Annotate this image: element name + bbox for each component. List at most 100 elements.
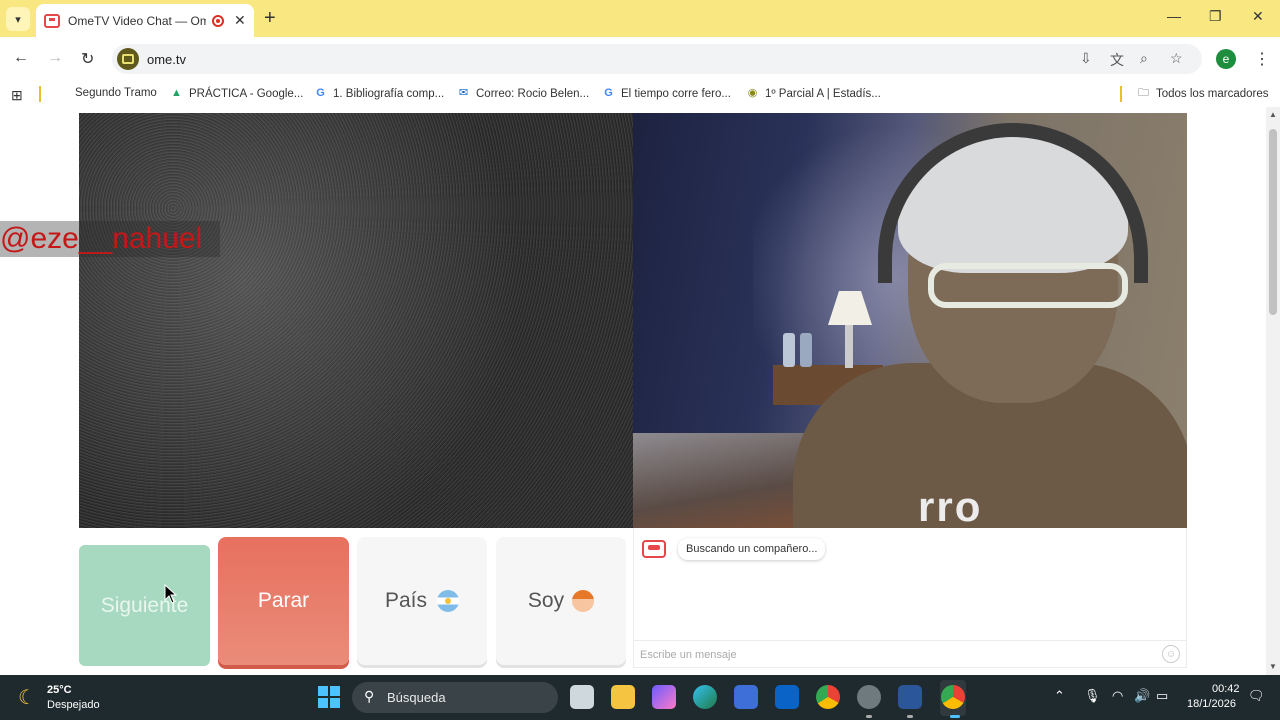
page-scrollbar[interactable]: ▲ ▼: [1266, 107, 1280, 675]
tab-strip: ▾ OmeTV Video Chat — Ome ✕ + — ❐ ✕: [0, 0, 1280, 37]
search-label: Búsqueda: [387, 690, 446, 705]
copilot-icon[interactable]: [652, 685, 676, 709]
browser-menu-icon[interactable]: ⋮: [1254, 49, 1270, 69]
clock-date[interactable]: 18/1/2026: [1187, 698, 1236, 710]
file-explorer-icon[interactable]: [611, 685, 635, 709]
chrome-icon[interactable]: [816, 685, 840, 709]
obs-icon[interactable]: [857, 685, 881, 709]
bookmark-item[interactable]: Segundo Tramo: [75, 87, 157, 99]
store-icon[interactable]: [734, 685, 758, 709]
moodle-icon: ◉: [747, 87, 758, 99]
taskbar-search[interactable]: ⚲ Búsqueda: [352, 682, 558, 713]
translate-icon[interactable]: 文: [1110, 50, 1124, 70]
next-button[interactable]: Siguiente: [79, 545, 210, 666]
stop-button-label: Parar: [257, 589, 310, 612]
scroll-down-icon[interactable]: ▼: [1269, 662, 1277, 671]
gender-button[interactable]: Soy: [496, 537, 626, 665]
drive-icon: ▲: [171, 87, 182, 99]
bookmark-item[interactable]: ✉ Correo: Rocio Belen...: [457, 87, 589, 100]
edge-icon[interactable]: [693, 685, 717, 709]
forward-arrow-icon[interactable]: →: [47, 49, 63, 67]
apps-grid-icon[interactable]: ⊞: [11, 87, 23, 104]
install-app-icon[interactable]: ⇩: [1080, 50, 1092, 67]
local-video-static: [79, 113, 633, 528]
reload-icon[interactable]: ↻: [81, 49, 94, 69]
site-info-icon[interactable]: [117, 48, 139, 70]
bookmark-item[interactable]: G 1. Bibliografía comp...: [314, 87, 444, 100]
tab-close-button[interactable]: ✕: [234, 12, 246, 29]
emoji-picker-icon[interactable]: ☺: [1162, 645, 1180, 663]
bookmarks-bar: ⊞ Segundo Tramo ▲ PRÁCTICA - Google... G…: [0, 81, 1280, 107]
glasses: [928, 263, 1128, 308]
running-indicator: [907, 715, 913, 718]
clock-time[interactable]: 00:42: [1212, 683, 1240, 695]
bookmark-label: Segundo Tramo: [75, 87, 157, 99]
outlook-app-icon[interactable]: [775, 685, 799, 709]
handle-overlay-text: @eze__nahuel: [0, 222, 203, 255]
shirt-print: rro: [918, 483, 983, 528]
profile-avatar[interactable]: e: [1216, 49, 1236, 69]
close-window-button[interactable]: ✕: [1252, 8, 1264, 25]
lamp-base: [845, 323, 853, 368]
status-message: Buscando un compañero...: [678, 538, 826, 560]
tray-overflow-icon[interactable]: ⌃: [1054, 688, 1065, 704]
windows-taskbar: ☾ 25°C Despejado ⚲ Búsqueda ⌃ 🎙 ◠ 🔊 ▭ 00…: [0, 675, 1280, 720]
ometv-logo-icon: [642, 540, 666, 558]
bookmark-label: El tiempo corre fero...: [621, 87, 731, 100]
outlook-icon: ✉: [458, 87, 469, 99]
boy-emoji-icon: [572, 590, 595, 612]
url-text[interactable]: ome.tv: [147, 52, 186, 67]
bookmark-label: PRÁCTICA - Google...: [189, 87, 304, 100]
word-icon[interactable]: [898, 685, 922, 709]
ometv-page: rro @eze__nahuel Siguiente Parar País So…: [0, 107, 1266, 675]
tab-title: OmeTV Video Chat — Ome: [68, 13, 206, 28]
weather-description[interactable]: Despejado: [47, 699, 100, 711]
bookmark-item[interactable]: G El tiempo corre fero...: [602, 87, 731, 100]
recording-indicator-icon: [212, 14, 224, 27]
microphone-icon[interactable]: 🎙: [1084, 688, 1101, 704]
bookmark-label: Correo: Rocio Belen...: [476, 87, 590, 100]
volume-icon[interactable]: 🔊: [1134, 688, 1150, 704]
gender-button-label: Soy: [527, 589, 565, 612]
bookmark-item[interactable]: ◉ 1º Parcial A | Estadís...: [746, 87, 881, 100]
stop-button[interactable]: Parar: [218, 537, 349, 665]
remote-video: rro: [633, 113, 1187, 528]
back-arrow-icon[interactable]: ←: [13, 49, 29, 67]
zoom-icon[interactable]: ⌕: [1140, 50, 1148, 67]
search-icon: ⚲: [364, 688, 375, 704]
bookmark-label: 1º Parcial A | Estadís...: [765, 87, 881, 100]
bookmark-item[interactable]: ▲ PRÁCTICA - Google...: [170, 87, 303, 100]
active-indicator: [950, 715, 960, 718]
task-view-icon[interactable]: [570, 685, 594, 709]
all-bookmarks-button[interactable]: 🗀 Todos los marcadores: [1137, 87, 1269, 100]
ometv-favicon-icon: [44, 13, 60, 28]
chat-panel: Buscando un compañero... ☺: [633, 528, 1187, 668]
scroll-up-icon[interactable]: ▲: [1269, 110, 1277, 119]
mouse-cursor-icon: [164, 584, 178, 604]
bottle: [800, 333, 812, 367]
bookmarks-separator: [39, 86, 41, 102]
running-indicator: [866, 715, 872, 718]
tab-ometv[interactable]: OmeTV Video Chat — Ome ✕: [36, 4, 254, 37]
bottle: [783, 333, 795, 367]
google-icon: G: [316, 87, 325, 99]
battery-icon[interactable]: ▭: [1156, 688, 1168, 704]
weather-temperature[interactable]: 25°C: [47, 684, 72, 696]
new-tab-button[interactable]: +: [264, 8, 276, 28]
restore-button[interactable]: ❐: [1209, 8, 1222, 25]
notifications-icon[interactable]: 🗨: [1248, 688, 1265, 704]
browser-toolbar: ← → ↻ ome.tv ⇩ 文 ⌕ ☆ e ⋮: [0, 37, 1280, 81]
country-button[interactable]: País: [357, 537, 487, 665]
tab-search-button[interactable]: ▾: [6, 7, 30, 31]
scroll-thumb[interactable]: [1269, 129, 1277, 315]
minimize-button[interactable]: —: [1167, 8, 1181, 24]
chrome-profile-icon[interactable]: [941, 685, 965, 709]
country-button-label: País: [384, 589, 428, 612]
bookmark-star-icon[interactable]: ☆: [1170, 50, 1183, 67]
chat-message-input[interactable]: [640, 645, 1140, 665]
chat-input-area: ☺: [634, 640, 1186, 667]
moon-weather-icon[interactable]: ☾: [18, 685, 36, 710]
wifi-icon[interactable]: ◠: [1112, 688, 1123, 704]
start-windows-icon[interactable]: [318, 686, 340, 708]
address-bar[interactable]: ome.tv ⇩ 文 ⌕ ☆: [112, 44, 1202, 74]
